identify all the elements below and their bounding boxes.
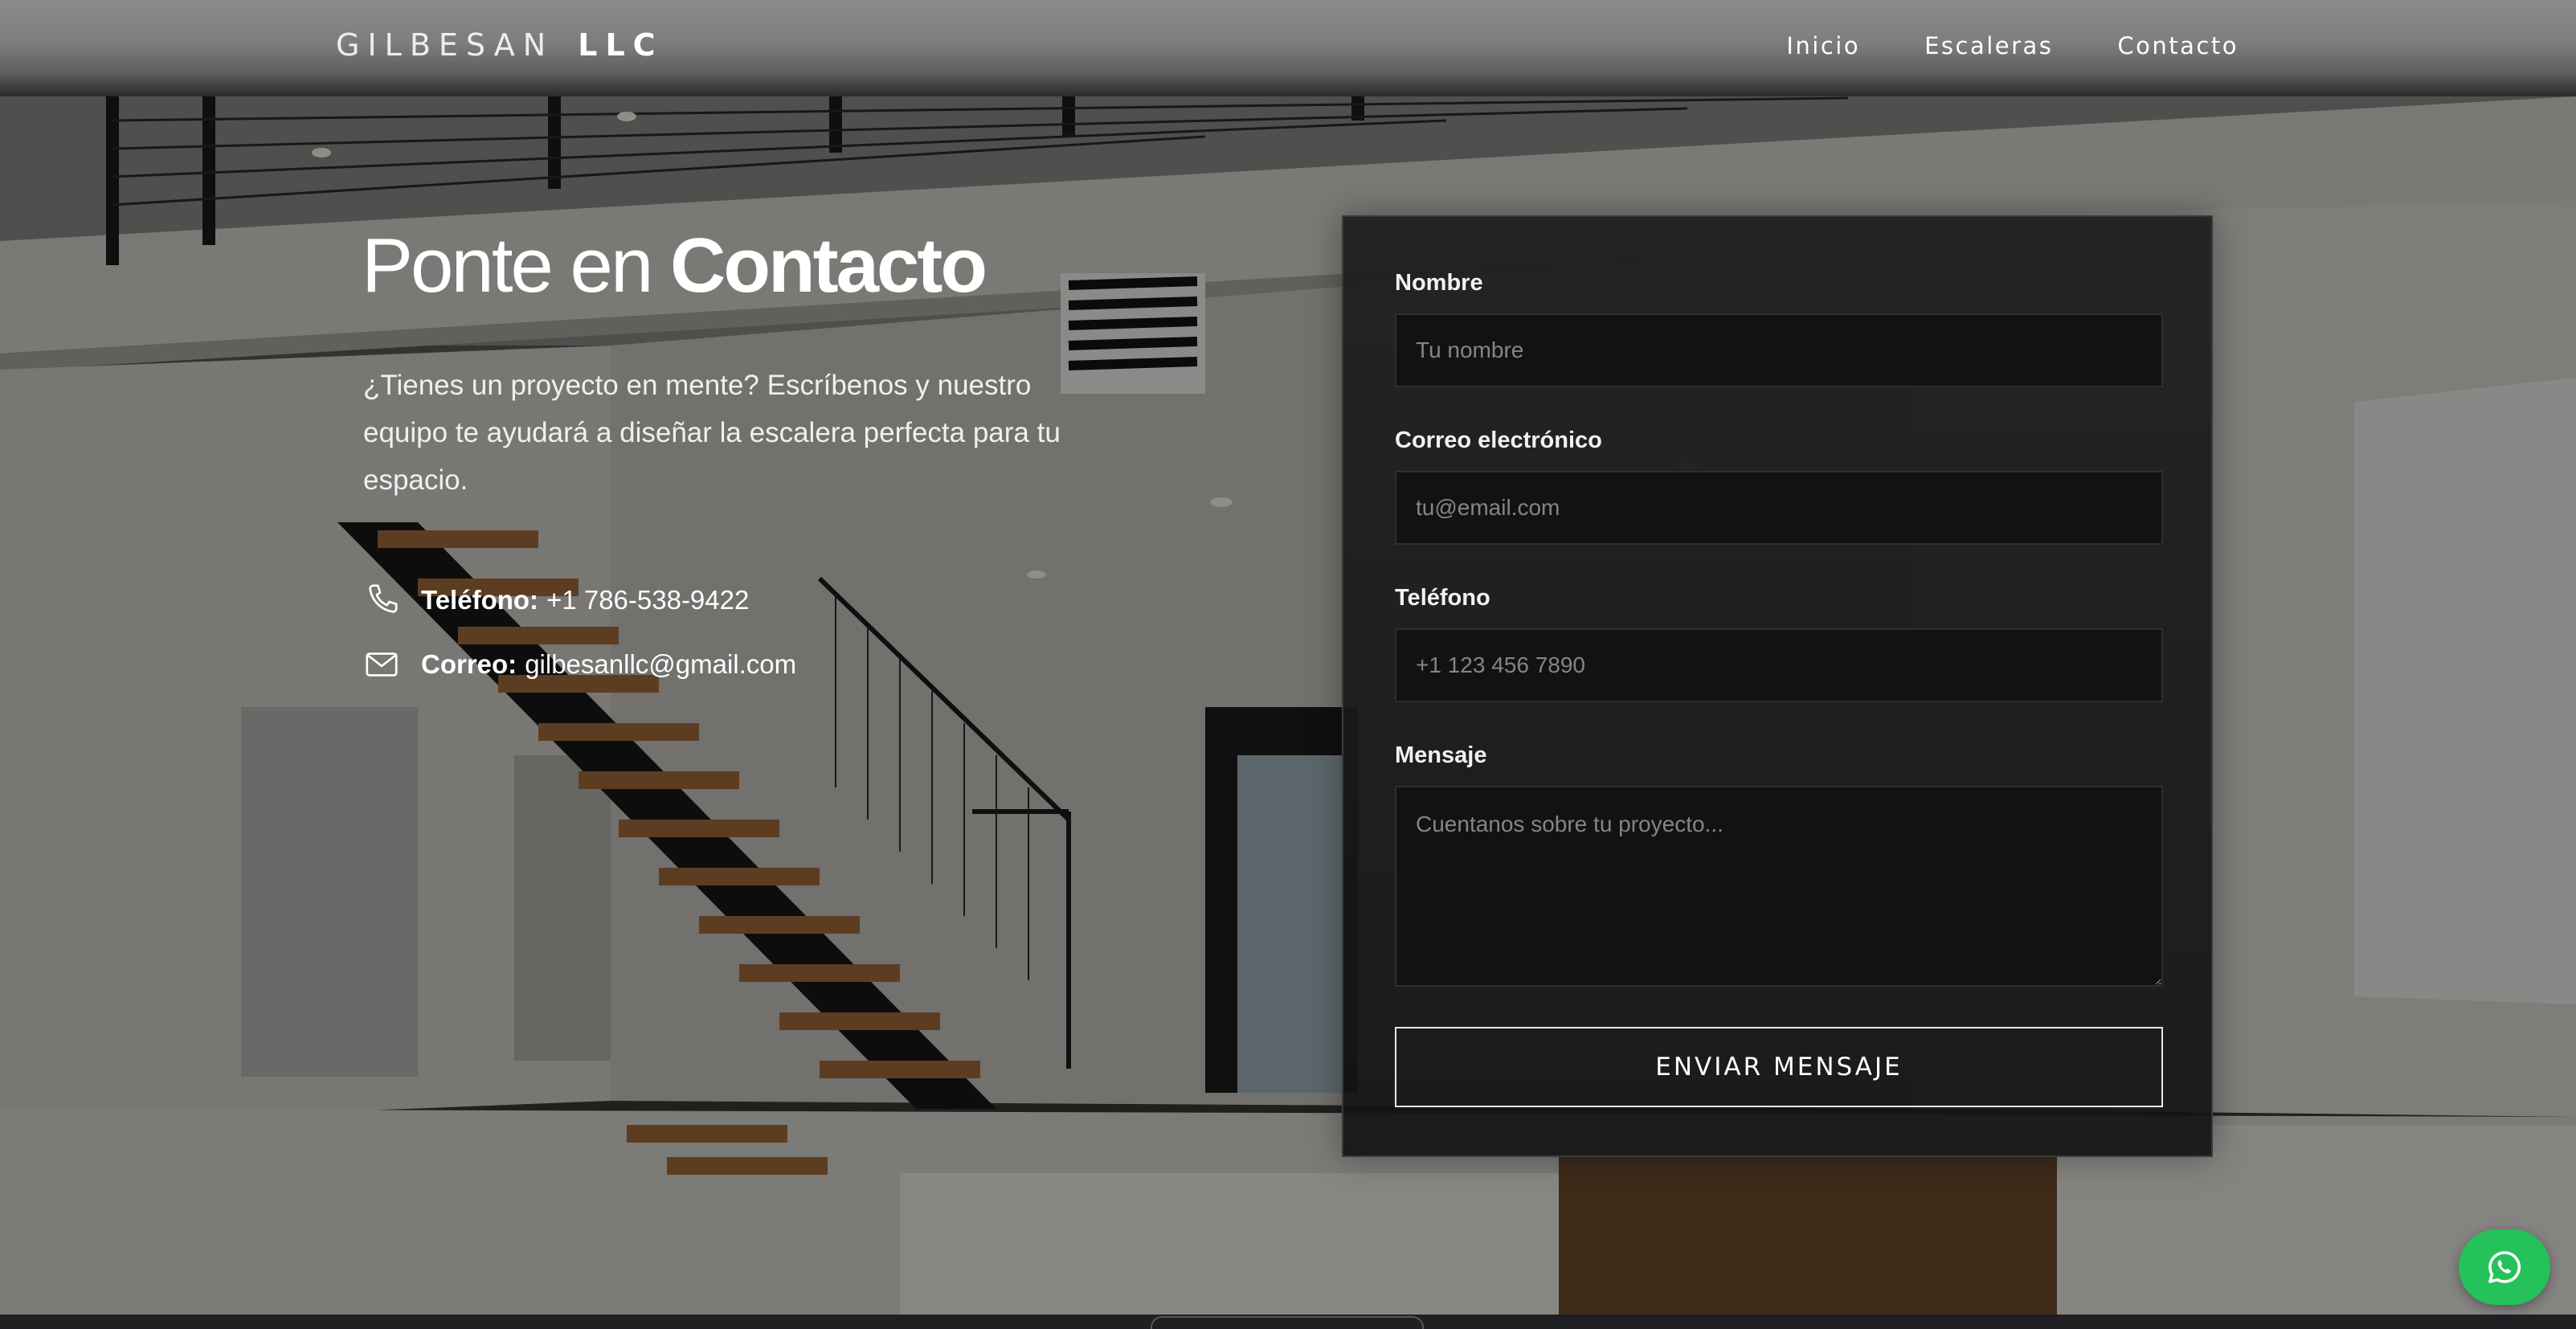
whatsapp-button[interactable] <box>2459 1229 2550 1305</box>
email-input[interactable] <box>1395 471 2163 545</box>
contact-form: Nombre Correo electrónico Teléfono Mensa… <box>1342 215 2213 1157</box>
site-header: GILBESAN LLC Inicio Escaleras Contacto <box>0 0 2576 96</box>
nav-item-escaleras[interactable]: Escaleras <box>1924 32 2053 59</box>
nav-item-contacto[interactable]: Contacto <box>2117 32 2239 59</box>
email-value[interactable]: gilbesanllc@gmail.com <box>525 649 796 680</box>
main-nav: Inicio Escaleras Contacto <box>1786 32 2239 59</box>
email-label: Correo: <box>421 649 517 679</box>
name-label: Nombre <box>1395 270 1483 296</box>
page-title-bold: Contacto <box>670 223 987 309</box>
brand-name-bold: LLC <box>578 27 664 63</box>
phone-input[interactable] <box>1395 628 2163 702</box>
email-field-label: Correo electrónico <box>1395 427 1602 453</box>
page-title: Ponte en Contacto <box>362 223 987 309</box>
brand-name-light: GILBESAN <box>336 27 554 63</box>
email-contact-row: Correo: gilbesanllc@gmail.com <box>363 646 796 683</box>
brand-logo[interactable]: GILBESAN LLC <box>336 27 664 63</box>
bottom-center-tab <box>1151 1316 1424 1329</box>
nav-item-inicio[interactable]: Inicio <box>1786 32 1860 59</box>
phone-value[interactable]: +1 786-538-9422 <box>546 585 749 615</box>
phone-label: Teléfono: <box>421 585 539 615</box>
whatsapp-icon <box>2488 1251 2521 1283</box>
intro-text: ¿Tienes un proyecto en mente? Escríbenos… <box>363 370 1061 496</box>
page-title-light: Ponte en <box>362 223 653 309</box>
name-input[interactable] <box>1395 313 2163 387</box>
message-label: Mensaje <box>1395 742 1487 768</box>
submit-button[interactable]: ENVIAR MENSAJE <box>1395 1027 2163 1107</box>
phone-contact-row: Teléfono: +1 786-538-9422 <box>363 582 749 619</box>
message-textarea[interactable] <box>1395 786 2163 987</box>
phone-field-label: Teléfono <box>1395 585 1490 611</box>
envelope-icon <box>363 646 400 683</box>
phone-icon <box>363 582 400 619</box>
